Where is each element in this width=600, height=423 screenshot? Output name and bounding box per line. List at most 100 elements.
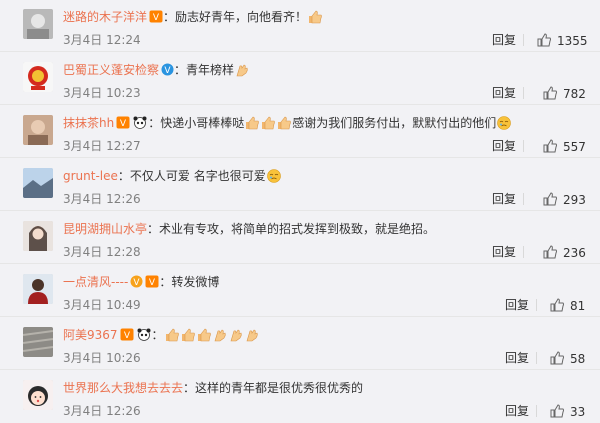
thumbs-up-icon [537,33,551,47]
reply-button[interactable]: 回复 [505,351,529,365]
row-divider [0,210,600,211]
username-link[interactable]: 迷路的木子洋洋 [63,10,147,24]
row-divider [0,104,600,105]
like-count: 293 [563,193,586,207]
comment-row: 世界那么大我想去去去：这样的青年都是很优秀很优秀的 3月4日 12:26 回复 … [0,371,600,423]
thumbs-up-icon [543,245,557,259]
username-link[interactable]: 昆明湖拥山水亭 [63,222,147,236]
thumbs-up-emoji [165,328,179,342]
comment-row: grunt-lee：不仅人可爱 名字也很可爱 3月4日 12:26 回复 293 [0,159,600,211]
panda-icon [136,328,152,345]
reply-button[interactable]: 回复 [492,139,516,153]
avatar[interactable] [23,274,53,304]
verified-yellow-icon: V [130,275,143,292]
avatar[interactable] [23,115,53,145]
username-link[interactable]: 巴蜀正义蓬安检察 [63,63,159,77]
username-link[interactable]: 一点清风---- [63,275,128,289]
divider [523,34,524,46]
reply-button[interactable]: 回复 [505,404,529,418]
like-count: 58 [570,352,586,366]
vip-icon: V [145,275,159,292]
avatar[interactable] [23,221,53,251]
timestamp: 3月4日 12:26 [63,192,141,206]
comment-text: ：这样的青年都是很优秀很优秀的 [183,381,364,395]
avatar[interactable] [23,380,53,410]
avatar[interactable] [23,62,53,92]
svg-text:V: V [120,119,127,129]
avatar[interactable] [23,168,53,198]
timestamp: 3月4日 12:26 [63,404,141,418]
comment-row: 昆明湖拥山水亭：术业有专攻，将简单的招式发挥到极致，就是绝招。 3月4日 12:… [0,212,600,264]
thumbs-up-emoji [261,116,276,130]
comment-row: 巴蜀正义蓬安检察 V ：青年榜样 3月4日 10:23 回复 782 [0,53,600,105]
divider [536,299,537,311]
like-button[interactable]: 782 [543,86,586,101]
svg-text:V: V [123,331,130,341]
svg-text:V: V [149,278,156,288]
thumbs-up-icon [550,351,564,365]
like-button[interactable]: 33 [550,404,585,419]
cry-emoji [266,169,281,183]
row-divider [0,157,600,158]
thumbs-up-icon [543,192,557,206]
divider [523,193,524,205]
reply-button[interactable]: 回复 [492,192,516,206]
reply-button[interactable]: 回复 [492,86,516,100]
svg-text:V: V [153,13,160,23]
comment-text: ：青年榜样 [174,63,235,77]
clap-emoji [213,328,227,342]
like-button[interactable]: 557 [543,139,586,154]
avatar[interactable] [23,9,53,39]
like-button[interactable]: 293 [543,192,586,207]
like-count: 81 [570,299,586,313]
timestamp: 3月4日 10:26 [63,351,141,365]
like-count: 1355 [557,34,588,48]
username-link[interactable]: 世界那么大我想去去去 [63,381,183,395]
comment-row: 阿美9367 V ： 3月4日 10:26 回复 58 [0,318,600,370]
vip-icon: V [116,116,130,133]
timestamp: 3月4日 12:27 [63,139,141,153]
thumbs-up-icon [543,86,557,100]
like-button[interactable]: 81 [550,298,586,313]
divider [523,246,524,258]
like-button[interactable]: 1355 [537,33,588,48]
thumbs-up-emoji [181,328,195,342]
comment-text: ：快递小哥棒棒哒 [148,116,245,130]
comment-list: 迷路的木子洋洋 V ：励志好青年，向他看齐！ 3月4日 12:24 回复 1355 … [0,0,600,423]
thumbs-up-icon [550,298,564,312]
clap-emoji [229,328,243,342]
timestamp: 3月4日 12:24 [63,33,141,47]
row-divider [0,263,600,264]
row-divider [0,51,600,52]
comment-text: ：励志好青年，向他看齐！ [163,10,308,24]
clap-emoji [245,328,259,342]
divider [536,352,537,364]
thumbs-up-icon [550,404,564,418]
like-button[interactable]: 236 [543,245,586,260]
clap-emoji [235,63,249,77]
avatar[interactable] [23,327,53,357]
like-count: 557 [563,140,586,154]
comment-row: 迷路的木子洋洋 V ：励志好青年，向他看齐！ 3月4日 12:24 回复 1355 [0,0,600,52]
comment-row: 抹抹茶hh V ：快递小哥棒棒哒 感谢为我们服务付出，默默付出的他们 3月4日 12:… [0,106,600,158]
comment-text: ： [151,328,164,342]
like-count: 236 [563,246,586,260]
like-count: 782 [563,87,586,101]
username-link[interactable]: 阿美9367 [63,328,118,342]
username-link[interactable]: grunt-lee [63,169,118,183]
like-button[interactable]: 58 [550,351,586,366]
comment-text: ：不仅人可爱 名字也很可爱 [117,169,266,183]
reply-button[interactable]: 回复 [492,33,516,47]
row-divider [0,369,600,370]
thumbs-up-emoji [245,116,260,130]
vip-icon: V [149,10,163,27]
thumbs-up-icon [543,139,557,153]
divider [523,87,524,99]
svg-text:V: V [164,66,171,76]
username-link[interactable]: 抹抹茶hh [63,116,114,130]
reply-button[interactable]: 回复 [505,298,529,312]
comment-text-2: 感谢为我们服务付出，默默付出的他们 [292,116,497,130]
reply-button[interactable]: 回复 [492,245,516,259]
row-divider [0,316,600,317]
thumbs-up-emoji [197,328,211,342]
